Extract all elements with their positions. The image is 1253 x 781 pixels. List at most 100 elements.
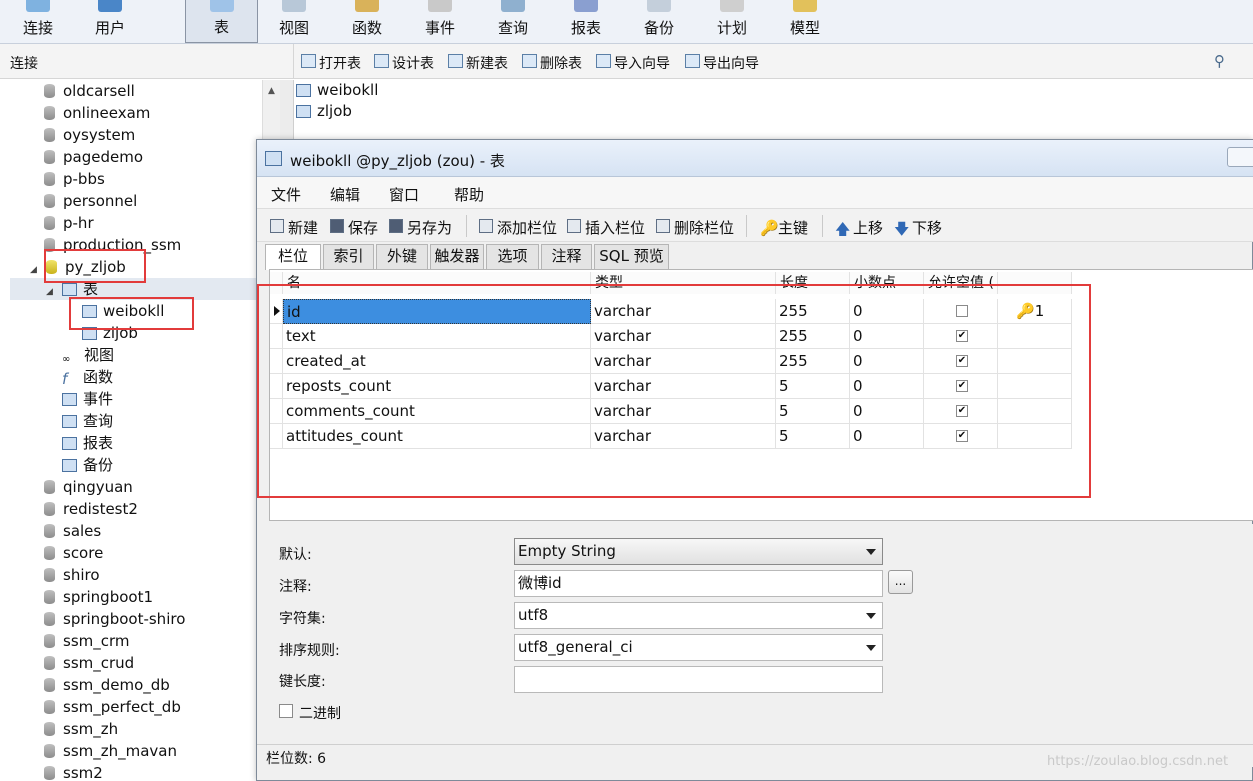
- insert-field-button[interactable]: 插入栏位: [566, 217, 645, 238]
- binary-checkbox[interactable]: [279, 704, 293, 718]
- chevron-down-icon: [866, 613, 876, 619]
- toolbar-view-button[interactable]: 视图: [261, 0, 327, 43]
- toolbar-backup-button[interactable]: 备份: [626, 0, 692, 43]
- tree-db-springboot1[interactable]: springboot1: [44, 586, 153, 608]
- save-as-button[interactable]: 另存为: [388, 217, 452, 238]
- tree-node-events[interactable]: 事件: [62, 388, 113, 410]
- tab-comment[interactable]: 注释: [541, 244, 592, 269]
- tab-sql-preview[interactable]: SQL 预览: [594, 244, 669, 269]
- menu-file[interactable]: 文件: [271, 184, 301, 205]
- new-table-button[interactable]: 新建表: [446, 53, 508, 72]
- minimize-button[interactable]: [1227, 147, 1253, 167]
- query-icon: [62, 415, 77, 428]
- primary-key-button[interactable]: 🔑 主键: [759, 217, 808, 238]
- toolbar-model-button[interactable]: 模型: [772, 0, 838, 43]
- object-item-weibokll[interactable]: weibokll: [296, 80, 378, 100]
- menu-help[interactable]: 帮助: [454, 184, 484, 205]
- delete-table-button[interactable]: 删除表: [520, 53, 582, 72]
- database-icon: [44, 106, 55, 120]
- tab-foreign-keys[interactable]: 外键: [376, 244, 428, 269]
- add-field-button[interactable]: 添加栏位: [478, 217, 557, 238]
- highlight-box-fields: [257, 284, 1091, 498]
- charset-select[interactable]: utf8: [514, 602, 883, 629]
- tree-db-ssm-demo-db[interactable]: ssm_demo_db: [44, 674, 170, 696]
- tree-node-functions[interactable]: f 函数: [62, 366, 113, 388]
- default-select[interactable]: Empty String: [514, 538, 883, 565]
- tree-db-p-hr[interactable]: p-hr: [44, 212, 94, 234]
- toolbar-event-button[interactable]: 事件: [407, 0, 473, 43]
- glasses-icon: ∞: [62, 354, 71, 365]
- database-icon: [44, 656, 55, 670]
- tree-db-ssm-zh-mavan[interactable]: ssm_zh_mavan: [44, 740, 177, 762]
- tree-db-redistest2[interactable]: redistest2: [44, 498, 138, 520]
- search-icon[interactable]: ⚲: [1214, 52, 1225, 70]
- menu-window[interactable]: 窗口: [389, 184, 419, 205]
- tree-db-springboot-shiro[interactable]: springboot-shiro: [44, 608, 185, 630]
- tree-node-views[interactable]: ∞ 视图: [62, 344, 114, 366]
- tree-db-ssm-crud[interactable]: ssm_crud: [44, 652, 134, 674]
- move-up-button[interactable]: 🡅 上移: [834, 217, 883, 238]
- key-icon: 🔑: [760, 219, 779, 237]
- toolbar-user-button[interactable]: 用户: [77, 0, 143, 43]
- open-table-button[interactable]: 打开表: [299, 53, 361, 72]
- import-icon: [596, 54, 611, 68]
- chevron-down-icon: [866, 645, 876, 651]
- tree-db-shiro[interactable]: shiro: [44, 564, 100, 586]
- tree-db-sales[interactable]: sales: [44, 520, 101, 542]
- window-titlebar[interactable]: weibokll @py_zljob (zou) - 表: [257, 140, 1253, 177]
- import-wizard-button[interactable]: 导入向导: [594, 53, 670, 72]
- tree-db-onlineexam[interactable]: onlineexam: [44, 102, 150, 124]
- tree-db-oldcarsell[interactable]: oldcarsell: [44, 80, 135, 102]
- binary-label: 二进制: [299, 706, 341, 722]
- collapse-arrow-icon[interactable]: ◢: [30, 259, 40, 281]
- database-icon: [44, 568, 55, 582]
- tree-db-score[interactable]: score: [44, 542, 103, 564]
- new-button[interactable]: 新建: [269, 217, 318, 238]
- tree-db-qingyuan[interactable]: qingyuan: [44, 476, 133, 498]
- database-icon: [44, 128, 55, 142]
- tree-db-pagedemo[interactable]: pagedemo: [44, 146, 143, 168]
- tree-db-p-bbs[interactable]: p-bbs: [44, 168, 105, 190]
- tree-node-backups[interactable]: 备份: [62, 454, 113, 476]
- comment-edit-button[interactable]: ...: [888, 570, 913, 594]
- delete-field-button[interactable]: 删除栏位: [655, 217, 734, 238]
- tree-db-ssm-crm[interactable]: ssm_crm: [44, 630, 130, 652]
- move-down-button[interactable]: 🡇 下移: [893, 217, 942, 238]
- design-table-button[interactable]: 设计表: [372, 53, 434, 72]
- save-as-icon: [389, 219, 403, 233]
- tab-options[interactable]: 选项: [486, 244, 539, 269]
- database-icon: [44, 524, 55, 538]
- export-wizard-button[interactable]: 导出向导: [683, 53, 759, 72]
- toolbar-function-button[interactable]: 函数: [334, 0, 400, 43]
- table-design-icon: [265, 151, 282, 166]
- menu-edit[interactable]: 编辑: [330, 184, 360, 205]
- toolbar-report-button[interactable]: 报表: [553, 0, 619, 43]
- tree-db-ssm-zh[interactable]: ssm_zh: [44, 718, 118, 740]
- object-item-zljob[interactable]: zljob: [296, 101, 352, 121]
- table-icon: [209, 0, 234, 12]
- comment-input[interactable]: 微博id: [514, 570, 883, 597]
- database-icon: [44, 84, 55, 98]
- toolbar-table-button[interactable]: 表: [185, 0, 258, 43]
- toolbar-separator: [822, 215, 823, 237]
- collapse-arrow-icon[interactable]: ◢: [46, 281, 56, 303]
- tree-db-oysystem[interactable]: oysystem: [44, 124, 135, 146]
- tree-db-ssm-perfect-db[interactable]: ssm_perfect_db: [44, 696, 181, 718]
- tab-triggers[interactable]: 触发器: [430, 244, 484, 269]
- menu-bar: 文件 编辑 窗口 帮助: [257, 177, 1253, 208]
- save-icon: [330, 219, 344, 233]
- toolbar-query-button[interactable]: 查询: [480, 0, 546, 43]
- tree-node-reports[interactable]: 报表: [62, 432, 113, 454]
- tree-db-personnel[interactable]: personnel: [44, 190, 137, 212]
- toolbar-connection-button[interactable]: 连接: [5, 0, 71, 43]
- save-button[interactable]: 保存: [329, 217, 378, 238]
- tree-db-ssm2[interactable]: ssm2: [44, 762, 103, 781]
- key-length-input[interactable]: [514, 666, 883, 693]
- tree-node-queries[interactable]: 查询: [62, 410, 113, 432]
- tab-fields[interactable]: 栏位: [265, 244, 321, 270]
- toolbar-schedule-button[interactable]: 计划: [699, 0, 765, 43]
- scroll-up-icon[interactable]: ▲: [268, 86, 275, 96]
- collation-select[interactable]: utf8_general_ci: [514, 634, 883, 661]
- tab-indexes[interactable]: 索引: [323, 244, 374, 269]
- event-icon: [428, 0, 452, 12]
